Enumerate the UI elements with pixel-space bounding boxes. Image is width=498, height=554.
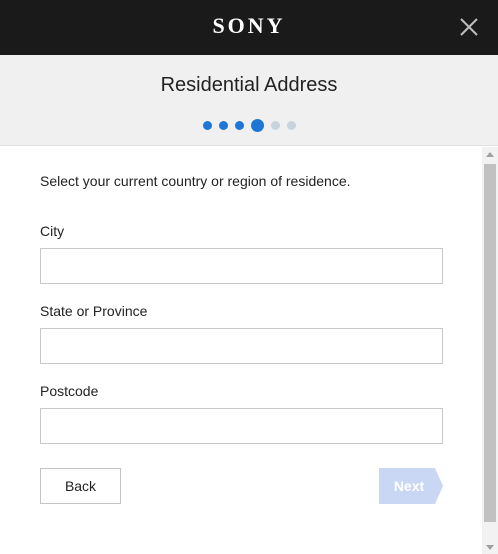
step-indicator — [0, 119, 498, 132]
close-icon — [460, 18, 478, 36]
step-dot-5 — [270, 121, 280, 130]
postcode-label: Postcode — [40, 383, 99, 399]
state-input[interactable] — [40, 328, 443, 364]
scroll-up-arrow-icon[interactable] — [486, 152, 494, 157]
address-form: Select your current country or region of… — [0, 147, 482, 554]
back-button[interactable]: Back — [40, 468, 121, 504]
page-title: Residential Address — [160, 74, 338, 96]
city-input[interactable] — [40, 248, 443, 284]
step-dot-3 — [234, 121, 244, 130]
next-button-label: Next — [393, 478, 425, 494]
step-dot-6 — [286, 121, 296, 130]
close-button[interactable] — [458, 16, 480, 38]
step-dot-4-current — [250, 119, 264, 132]
step-dot-2 — [218, 121, 228, 130]
next-button[interactable]: Next — [379, 468, 443, 504]
page-header: Residential Address — [0, 55, 498, 146]
state-label: State or Province — [40, 303, 148, 319]
step-dot-1 — [202, 121, 212, 130]
intro-text: Select your current country or region of… — [40, 173, 351, 189]
city-label: City — [40, 223, 65, 239]
scroll-thumb[interactable] — [484, 164, 496, 522]
vertical-scrollbar[interactable] — [482, 147, 498, 554]
top-bar: SONY — [0, 0, 498, 55]
postcode-input[interactable] — [40, 408, 443, 444]
scroll-down-arrow-icon[interactable] — [486, 545, 494, 550]
sony-logo: SONY — [212, 13, 286, 38]
